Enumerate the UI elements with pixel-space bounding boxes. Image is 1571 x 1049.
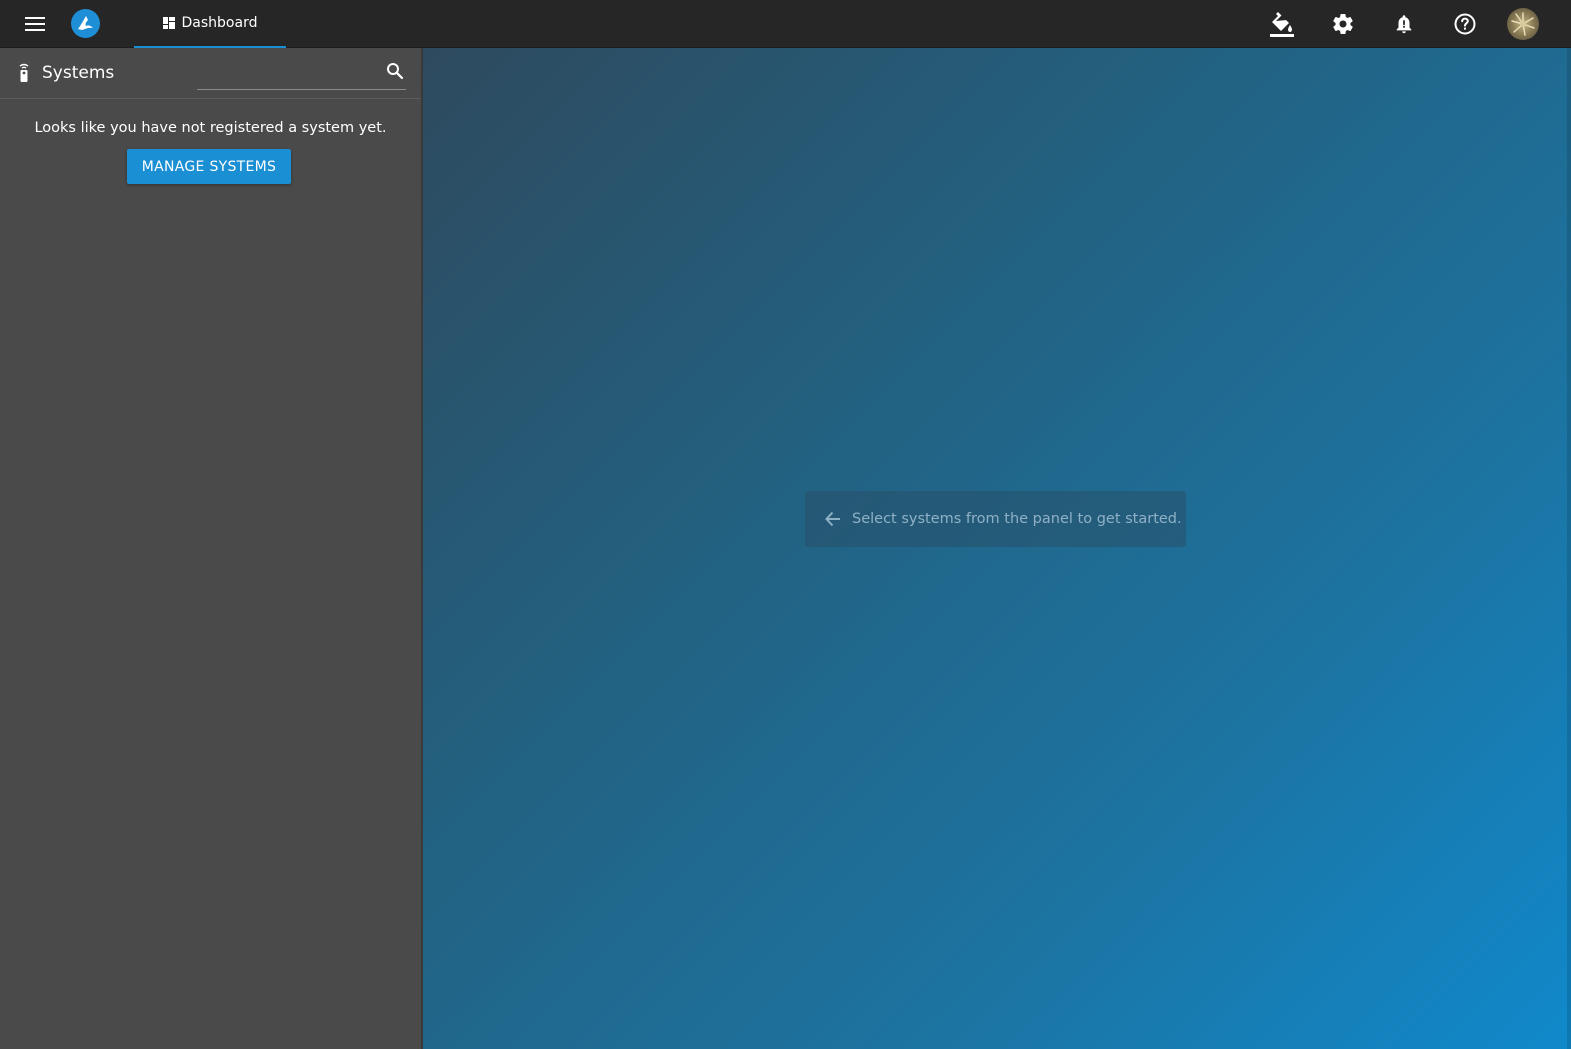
help-button[interactable] <box>1445 4 1485 44</box>
systems-search <box>197 56 406 90</box>
notifications-button[interactable] <box>1384 4 1424 44</box>
paint-bucket-icon <box>1270 12 1294 37</box>
top-bar: Dashboard <box>0 0 1571 48</box>
bell-alert-icon <box>1396 15 1412 34</box>
systems-panel-title: Systems <box>42 63 115 83</box>
user-avatar[interactable] <box>1507 8 1539 40</box>
dashboard-icon <box>162 17 175 29</box>
tab-dashboard-label: Dashboard <box>181 15 258 31</box>
no-systems-message: Looks like you have not registered a sys… <box>34 120 387 136</box>
get-started-hint: Select systems from the panel to get sta… <box>805 491 1186 547</box>
search-icon[interactable] <box>386 62 404 84</box>
systems-panel: Systems Looks like you have not register… <box>0 48 423 1049</box>
dashboard-main: Select systems from the panel to get sta… <box>423 48 1571 1049</box>
manage-systems-button[interactable]: MANAGE SYSTEMS <box>127 149 291 184</box>
menu-button[interactable] <box>15 4 55 44</box>
arrow-left-icon <box>824 510 842 528</box>
systems-panel-header: Systems <box>0 48 421 99</box>
gear-icon <box>1333 14 1353 35</box>
remote-icon <box>17 63 31 87</box>
main-scrollbar[interactable] <box>1567 48 1571 1049</box>
avatar-image <box>1511 12 1535 36</box>
tab-dashboard[interactable]: Dashboard <box>134 0 286 48</box>
hamburger-menu-icon <box>25 17 45 31</box>
get-started-hint-text: Select systems from the panel to get sta… <box>852 511 1182 527</box>
help-circle-icon <box>1454 13 1476 35</box>
theme-button[interactable] <box>1262 4 1302 44</box>
settings-button[interactable] <box>1323 4 1363 44</box>
logo-icon <box>78 16 93 30</box>
app-logo[interactable] <box>71 9 100 38</box>
systems-search-input[interactable] <box>197 60 377 86</box>
